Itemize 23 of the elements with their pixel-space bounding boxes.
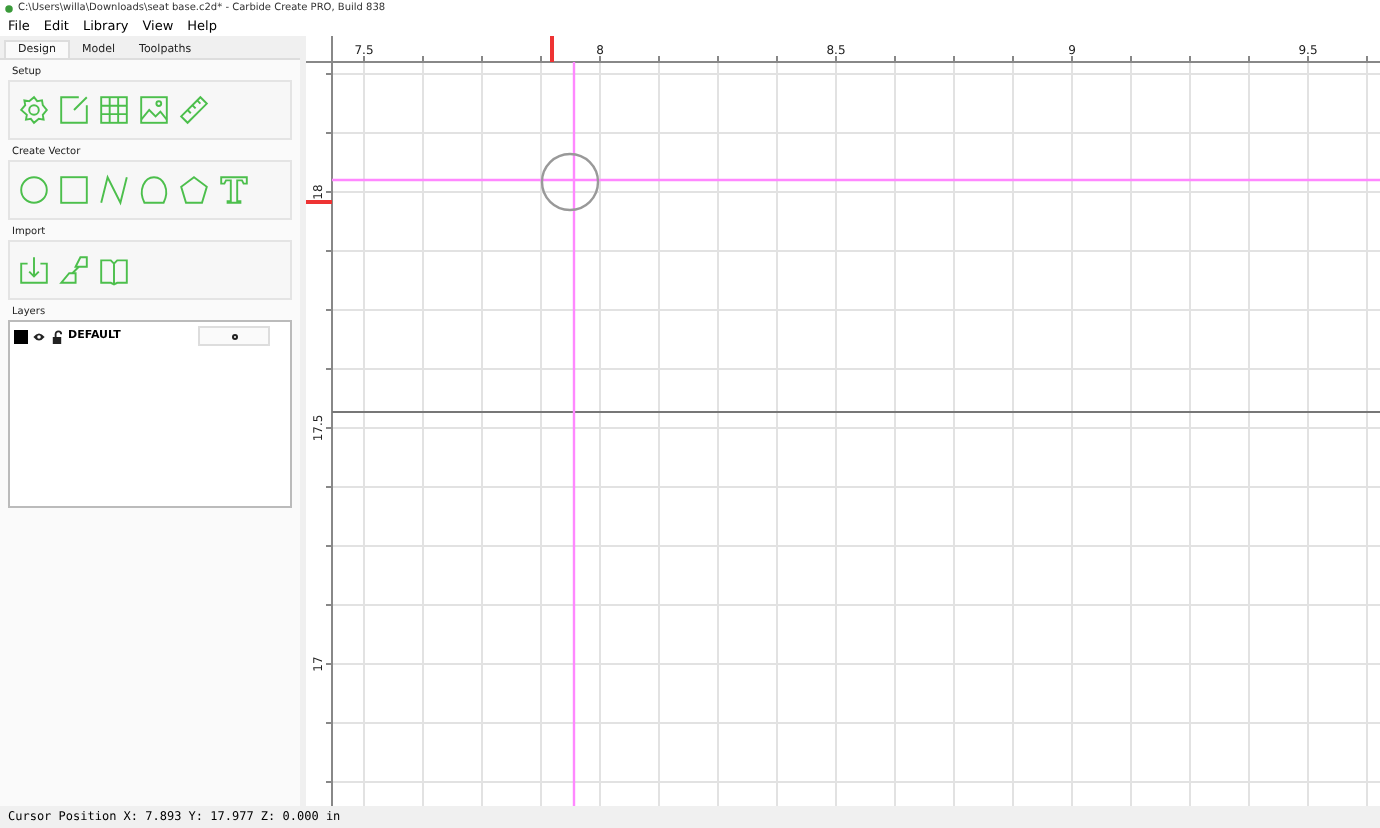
import-icon[interactable] (18, 254, 50, 286)
gear-icon (229, 331, 239, 341)
settings-button[interactable] (198, 326, 270, 346)
polyline-icon[interactable] (98, 174, 130, 206)
lock-icon[interactable] (50, 329, 64, 343)
color-swatch[interactable] (14, 329, 28, 343)
ruler-marker (550, 36, 554, 62)
circle-icon[interactable] (18, 174, 50, 206)
grid-icon[interactable] (98, 94, 130, 126)
image-icon[interactable] (138, 94, 170, 126)
shapes-icon[interactable] (58, 254, 90, 286)
book-icon[interactable] (98, 254, 130, 286)
eye-icon[interactable] (32, 329, 46, 343)
edit-icon[interactable] (58, 94, 90, 126)
ruler-icon[interactable] (178, 94, 210, 126)
polygon-icon[interactable] (178, 174, 210, 206)
rectangle-icon[interactable] (58, 174, 90, 206)
ruler-marker (306, 200, 332, 204)
gear-icon[interactable] (18, 94, 50, 126)
curve-icon[interactable] (138, 174, 170, 206)
cursor-circle (540, 152, 600, 212)
app-icon (4, 3, 14, 13)
text-icon[interactable] (218, 174, 250, 206)
